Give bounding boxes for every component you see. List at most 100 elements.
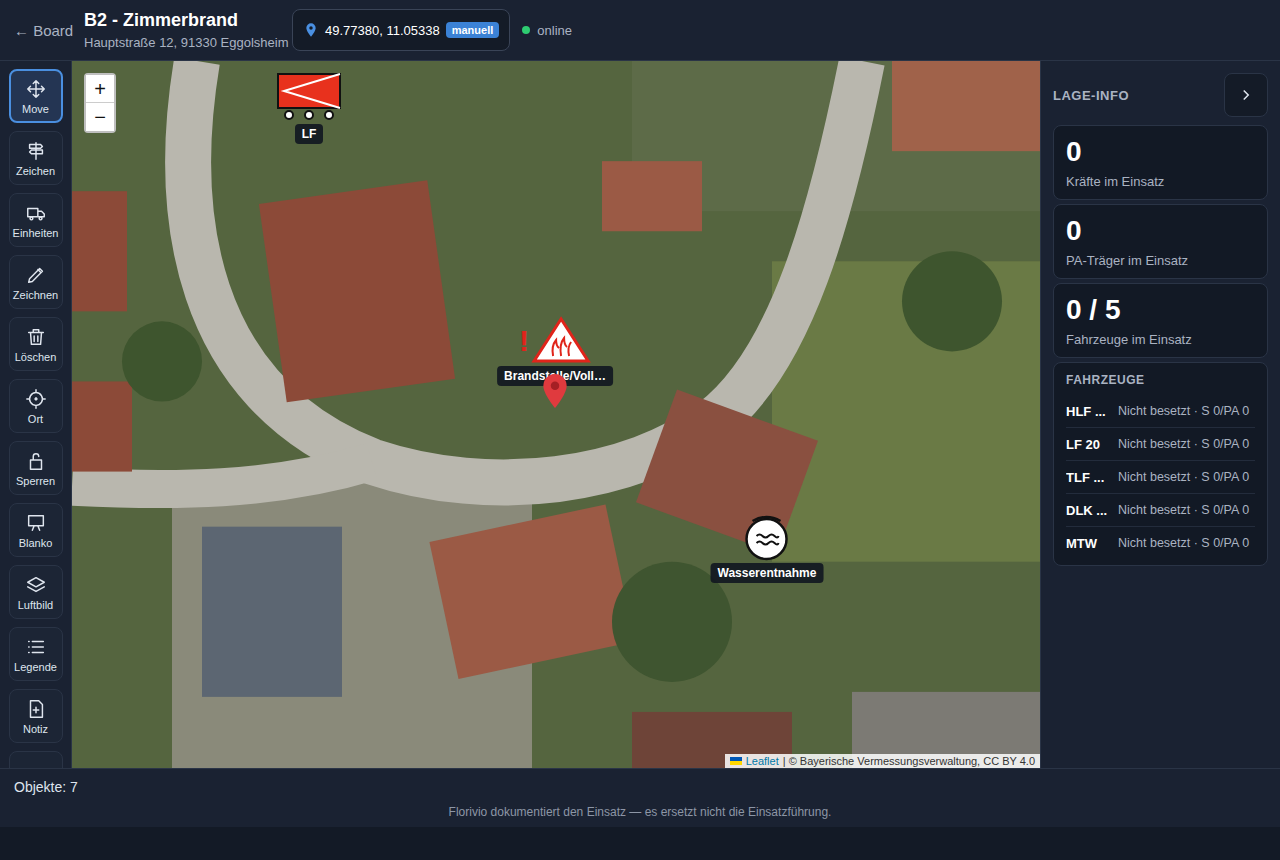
tool-label: Zeichen (16, 165, 55, 177)
stat-value: 0 (1066, 215, 1255, 247)
coordinates: 49.77380, 11.05338 (325, 23, 440, 38)
connection-status: online (522, 23, 572, 38)
tool-label: Ort (28, 413, 43, 425)
aerial-image (72, 61, 1040, 768)
zoom-control: + − (84, 73, 116, 133)
hazard-symbol: ! (519, 316, 591, 364)
info-panel: LAGE-INFO 0 Kräfte im Einsatz 0 PA-Träger… (1040, 61, 1280, 768)
tool-label: Move (22, 103, 49, 115)
vehicle-row[interactable]: TLF ... Nicht besetzt · S 0/PA 0 (1066, 461, 1255, 494)
tool-label: Sperren (16, 475, 55, 487)
tool-label: Blanko (19, 537, 53, 549)
tool-button[interactable]: Ort (9, 379, 63, 433)
app: ← Board B2 - Zimmerbrand Hauptstraße 12,… (0, 0, 1280, 860)
stat-label: PA-Träger im Einsatz (1066, 253, 1255, 268)
water-source-icon (743, 513, 791, 561)
tool-icon (25, 78, 47, 100)
tool-button[interactable]: Löschen (9, 317, 63, 371)
tool-label: Löschen (15, 351, 57, 363)
tool-button[interactable]: Luftbild (9, 565, 63, 619)
chevron-right-icon (1237, 86, 1255, 104)
tool-icon (25, 450, 47, 472)
vehicles-title: FAHRZEUGE (1066, 373, 1255, 387)
tool-button[interactable]: Blanko (9, 503, 63, 557)
vehicle-status: Nicht besetzt · S 0/PA 0 (1118, 470, 1249, 484)
zoom-in-button[interactable]: + (86, 75, 114, 103)
bottom-bar: Objekte: 7 Florivio dokumentiert den Ein… (0, 768, 1280, 860)
tool-icon (25, 574, 47, 596)
disclaimer: Florivio dokumentiert den Einsatz — es e… (0, 805, 1280, 819)
tool-icon (25, 636, 47, 658)
tool-icon (25, 264, 47, 286)
stat-card: 0 PA-Träger im Einsatz (1053, 204, 1268, 279)
tool-icon (25, 698, 47, 720)
marker-label: Wasserentnahme (711, 563, 824, 583)
bottom-strip (0, 827, 1280, 860)
vehicle-row[interactable]: MTW Nicht besetzt · S 0/PA 0 (1066, 527, 1255, 559)
tool-button[interactable]: Legende (9, 627, 63, 681)
toolbar: Move Zeichen Einheiten Zeichnen Löschen … (0, 61, 72, 768)
tool-button[interactable]: Sperren (9, 441, 63, 495)
attribution-link[interactable]: Leaflet (746, 755, 779, 767)
vehicle-status: Nicht besetzt · S 0/PA 0 (1118, 536, 1249, 550)
stat-card: 0 / 5 Fahrzeuge im Einsatz (1053, 283, 1268, 358)
collapse-button[interactable] (1224, 73, 1268, 117)
location-pin-icon (303, 22, 319, 38)
tool-label: Einheiten (13, 227, 59, 239)
tool-label: Legende (14, 661, 57, 673)
tool-button[interactable]: Notiz (9, 689, 63, 743)
stat-label: Fahrzeuge im Einsatz (1066, 332, 1255, 347)
vehicle-row[interactable]: LF 20 Nicht besetzt · S 0/PA 0 (1066, 428, 1255, 461)
status-dot (522, 26, 530, 34)
vehicle-name: HLF ... (1066, 404, 1110, 419)
tool-button[interactable] (9, 751, 63, 768)
vehicle-name: DLK ... (1066, 503, 1110, 518)
tool-icon (25, 326, 47, 348)
tool-label: Luftbild (18, 599, 53, 611)
tool-button[interactable]: Einheiten (9, 193, 63, 247)
vehicle-name: MTW (1066, 536, 1110, 551)
incident-title: B2 - Zimmerbrand Hauptstraße 12, 91330 E… (84, 10, 292, 50)
header: ← Board B2 - Zimmerbrand Hauptstraße 12,… (0, 0, 1280, 61)
panel-title: LAGE-INFO (1053, 88, 1129, 103)
map-pin-icon (542, 373, 568, 409)
ukraine-flag-icon (730, 757, 742, 765)
back-button[interactable]: ← Board (14, 22, 84, 39)
tool-button[interactable]: Zeichnen (9, 255, 63, 309)
tool-button[interactable]: Move (9, 69, 63, 123)
vehicle-status: Nicht besetzt · S 0/PA 0 (1118, 503, 1249, 517)
coordinates-box[interactable]: 49.77380, 11.05338 manuell (292, 9, 510, 51)
map-marker[interactable]: LF (276, 72, 342, 144)
vehicle-row[interactable]: HLF ... Nicht besetzt · S 0/PA 0 (1066, 395, 1255, 428)
fire-truck-icon (276, 72, 342, 122)
fire-hazard-icon (531, 316, 591, 364)
status-label: online (537, 23, 572, 38)
stat-value: 0 (1066, 136, 1255, 168)
panel-header: LAGE-INFO (1053, 73, 1268, 117)
address: Hauptstraße 12, 91330 Eggolsheim (84, 35, 292, 50)
tool-button[interactable]: Zeichen (9, 131, 63, 185)
map-attribution: Leaflet | © Bayerische Vermessungsverwal… (725, 754, 1040, 768)
vehicle-name: LF 20 (1066, 437, 1110, 452)
vehicle-row[interactable]: DLK ... Nicht besetzt · S 0/PA 0 (1066, 494, 1255, 527)
vehicles-card: FAHRZEUGE HLF ... Nicht besetzt · S 0/PA… (1053, 362, 1268, 566)
main: Move Zeichen Einheiten Zeichnen Löschen … (0, 61, 1280, 768)
tool-icon (25, 140, 47, 162)
stat-value: 0 / 5 (1066, 294, 1255, 326)
vehicle-name: TLF ... (1066, 470, 1110, 485)
tool-label: Notiz (23, 723, 48, 735)
coord-mode-badge: manuell (446, 22, 500, 38)
vehicle-status: Nicht besetzt · S 0/PA 0 (1118, 404, 1249, 418)
zoom-out-button[interactable]: − (86, 103, 114, 131)
map-marker[interactable]: Wasserentnahme (711, 513, 824, 583)
tool-icon (25, 512, 47, 534)
tool-icon (25, 202, 47, 224)
attribution-text: | © Bayerische Vermessungsverwaltung, CC… (783, 755, 1035, 767)
vehicle-status: Nicht besetzt · S 0/PA 0 (1118, 437, 1249, 451)
title: B2 - Zimmerbrand (84, 10, 292, 31)
tool-icon (25, 388, 47, 410)
map-marker[interactable] (542, 373, 568, 409)
marker-label: LF (295, 124, 324, 144)
map[interactable]: + − LF! Brandstelle/Voll… Wasserentnahme… (72, 61, 1040, 768)
stat-label: Kräfte im Einsatz (1066, 174, 1255, 189)
